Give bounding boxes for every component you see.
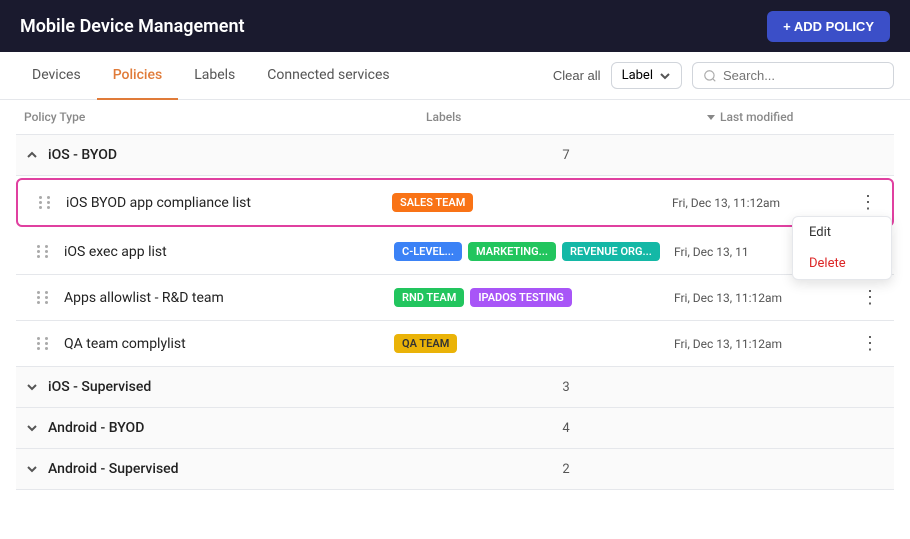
labels-cell-3: RND TEAM IPADOS TESTING — [394, 288, 674, 307]
group-count-android-supervised: 2 — [426, 462, 706, 477]
add-policy-button[interactable]: + ADD POLICY — [767, 11, 890, 42]
filter-area: Clear all Label — [553, 62, 894, 89]
policy-name-4: QA team complylist — [64, 336, 394, 352]
tab-devices[interactable]: Devices — [16, 53, 97, 100]
chevron-down-icon-android-supervised[interactable] — [24, 461, 40, 477]
drag-handle-1[interactable] — [26, 196, 66, 209]
drag-handle-4[interactable] — [24, 337, 64, 350]
drag-handle-3[interactable] — [24, 291, 64, 304]
group-row-ios-supervised: iOS - Supervised 3 — [16, 367, 894, 408]
group-count-ios-byod: 7 — [426, 148, 706, 163]
tab-labels[interactable]: Labels — [178, 53, 251, 100]
sort-down-icon — [706, 112, 716, 122]
policy-name-3: Apps allowlist - R&D team — [64, 290, 394, 306]
group-row-android-byod: Android - BYOD 4 — [16, 408, 894, 449]
label-tag-qa: QA TEAM — [394, 334, 457, 353]
more-menu-button-1[interactable]: ⋮ — [852, 190, 884, 215]
modified-1: Fri, Dec 13, 11:12am — [672, 196, 852, 210]
header: Mobile Device Management + ADD POLICY — [0, 0, 910, 52]
drag-handle-2[interactable] — [24, 245, 64, 258]
label-tag-sales-team: SALES TEAM — [392, 193, 473, 212]
more-menu-button-3[interactable]: ⋮ — [854, 285, 886, 310]
chevron-down-icon-supervised[interactable] — [24, 379, 40, 395]
group-name-android-byod: Android - BYOD — [48, 420, 144, 436]
tab-list: Devices Policies Labels Connected servic… — [16, 52, 406, 99]
policy-name-1: iOS BYOD app compliance list — [66, 195, 392, 211]
app-container: Mobile Device Management + ADD POLICY De… — [0, 0, 910, 539]
policy-row-1: iOS BYOD app compliance list SALES TEAM … — [16, 178, 894, 227]
label-tag-revenue: REVENUE ORG... — [562, 242, 660, 261]
chevron-down-icon-android-byod[interactable] — [24, 420, 40, 436]
label-tag-rnd: RND TEAM — [394, 288, 464, 307]
labels-cell-2: C-LEVEL... MARKETING... REVENUE ORG... — [394, 242, 674, 261]
search-input[interactable] — [723, 68, 883, 83]
chevron-down-icon — [659, 70, 671, 82]
app-title: Mobile Device Management — [20, 16, 245, 37]
table-header: Policy Type Labels Last modified — [16, 100, 894, 135]
policy-row-2: iOS exec app list C-LEVEL... MARKETING..… — [16, 229, 894, 275]
label-tag-ipados: IPADOS TESTING — [470, 288, 572, 307]
context-menu: Edit Delete — [792, 216, 892, 280]
modified-3: Fri, Dec 13, 11:12am — [674, 291, 854, 305]
tab-policies[interactable]: Policies — [97, 53, 179, 100]
policy-row-3: Apps allowlist - R&D team RND TEAM IPADO… — [16, 275, 894, 321]
context-menu-delete[interactable]: Delete — [793, 248, 891, 279]
group-name-ios-supervised: iOS - Supervised — [48, 379, 151, 395]
nav-tabs: Devices Policies Labels Connected servic… — [0, 52, 910, 100]
col-policy-type: Policy Type — [24, 110, 426, 124]
group-name-ios-byod: iOS - BYOD — [48, 147, 117, 163]
more-menu-button-4[interactable]: ⋮ — [854, 331, 886, 356]
context-menu-edit[interactable]: Edit — [793, 217, 891, 248]
label-tag-marketing: MARKETING... — [468, 242, 556, 261]
group-row-ios-byod: iOS - BYOD 7 — [16, 135, 894, 176]
search-icon — [703, 69, 717, 83]
search-container — [692, 62, 894, 89]
labels-cell-4: QA TEAM — [394, 334, 674, 353]
policy-row-4: QA team complylist QA TEAM Fri, Dec 13, … — [16, 321, 894, 367]
labels-cell-1: SALES TEAM — [392, 193, 672, 212]
label-dropdown[interactable]: Label — [611, 62, 682, 89]
label-tag-c-level: C-LEVEL... — [394, 242, 462, 261]
group-count-android-byod: 4 — [426, 421, 706, 436]
modified-4: Fri, Dec 13, 11:12am — [674, 337, 854, 351]
tab-connected-services[interactable]: Connected services — [251, 53, 405, 100]
table-container: Policy Type Labels Last modified iOS - B… — [0, 100, 910, 539]
group-count-ios-supervised: 3 — [426, 380, 706, 395]
clear-all-button[interactable]: Clear all — [553, 68, 601, 83]
chevron-up-icon[interactable] — [24, 147, 40, 163]
col-labels: Labels — [426, 110, 706, 124]
group-name-android-supervised: Android - Supervised — [48, 461, 179, 477]
group-row-android-supervised: Android - Supervised 2 — [16, 449, 894, 490]
policy-name-2: iOS exec app list — [64, 244, 394, 260]
col-last-modified[interactable]: Last modified — [706, 110, 886, 124]
